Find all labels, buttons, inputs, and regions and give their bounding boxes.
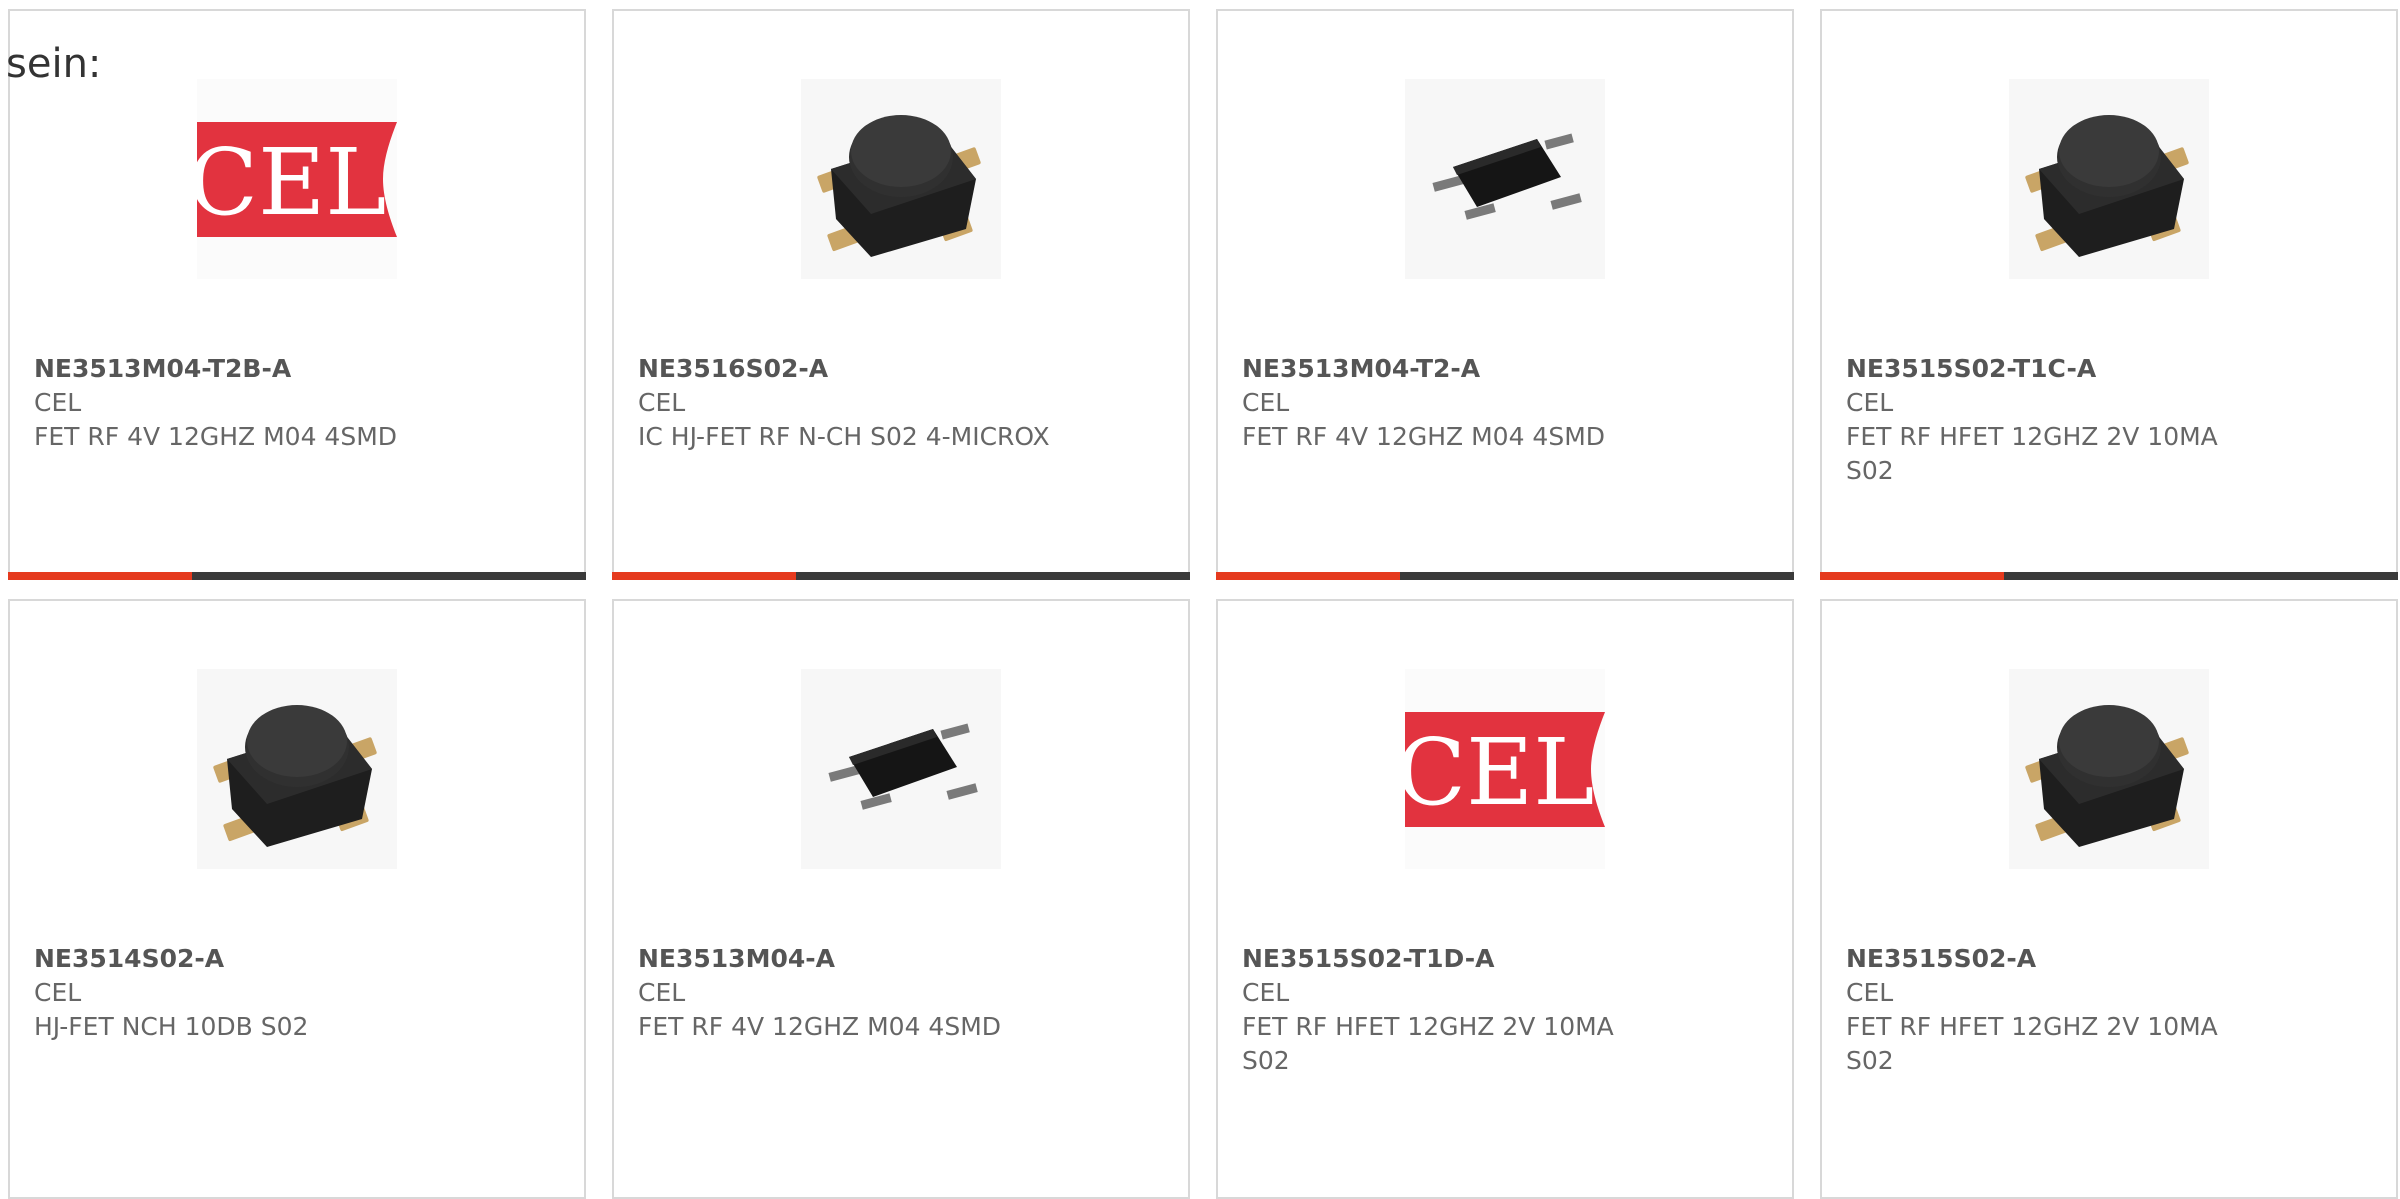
part-number-link[interactable]: NE3514S02-A — [34, 942, 454, 976]
product-description: FET RF 4V 12GHZ M04 4SMD — [638, 1012, 1002, 1041]
manufacturer-label: CEL — [1242, 978, 1290, 1007]
product-description: FET RF 4V 12GHZ M04 4SMD — [34, 422, 398, 451]
product-image[interactable] — [197, 669, 397, 869]
product-info: NE3514S02-A CEL HJ-FET NCH 10DB S02 — [34, 942, 454, 1044]
product-description: IC HJ-FET RF N-CH S02 4-MICROX — [638, 422, 1050, 451]
product-image[interactable]: CEL — [1405, 669, 1605, 869]
s02-package-icon — [2009, 79, 2209, 279]
product-card[interactable]: NE3515S02-T1C-A CEL FET RF HFET 12GHZ 2V… — [1820, 9, 2398, 580]
product-image[interactable] — [801, 669, 1001, 869]
product-grid: CEL NE3513M04-T2B-A CEL FET RF 4V 12GHZ … — [8, 9, 2400, 1199]
intro-text: sein: — [6, 41, 102, 87]
part-number-link[interactable]: NE3516S02-A — [638, 352, 1058, 386]
product-info: NE3516S02-A CEL IC HJ-FET RF N-CH S02 4-… — [638, 352, 1058, 454]
manufacturer-label: CEL — [34, 388, 82, 417]
product-card[interactable]: CEL NE3515S02-T1D-A CEL FET RF HFET 12GH… — [1216, 599, 1794, 1199]
part-number-link[interactable]: NE3515S02-T1D-A — [1242, 942, 1662, 976]
card-bottom-bar — [1820, 572, 2398, 580]
product-image[interactable] — [801, 79, 1001, 279]
manufacturer-label: CEL — [638, 388, 686, 417]
product-info: NE3513M04-T2B-A CEL FET RF 4V 12GHZ M04 … — [34, 352, 454, 454]
cel-logo: CEL — [197, 121, 397, 237]
svg-text:CEL: CEL — [197, 129, 386, 236]
card-accent-bar — [1820, 572, 2004, 580]
s02-package-icon — [801, 79, 1001, 279]
product-description: HJ-FET NCH 10DB S02 — [34, 1012, 309, 1041]
product-description: FET RF 4V 12GHZ M04 4SMD — [1242, 422, 1606, 451]
manufacturer-label: CEL — [1846, 978, 1894, 1007]
card-bottom-bar — [1216, 572, 1794, 580]
card-accent-bar — [8, 572, 192, 580]
product-image[interactable] — [2009, 79, 2209, 279]
product-image[interactable] — [2009, 669, 2209, 869]
svg-text:CEL: CEL — [1405, 719, 1594, 826]
part-number-link[interactable]: NE3513M04-T2B-A — [34, 352, 454, 386]
part-number-link[interactable]: NE3515S02-T1C-A — [1846, 352, 2266, 386]
card-accent-bar — [1216, 572, 1400, 580]
cel-logo: CEL — [1405, 711, 1605, 827]
manufacturer-label: CEL — [34, 978, 82, 1007]
manufacturer-label: CEL — [638, 978, 686, 1007]
product-info: NE3515S02-T1C-A CEL FET RF HFET 12GHZ 2V… — [1846, 352, 2266, 488]
product-card[interactable]: NE3513M04-A CEL FET RF 4V 12GHZ M04 4SMD — [612, 599, 1190, 1199]
product-description: FET RF HFET 12GHZ 2V 10MA S02 — [1846, 422, 2218, 485]
product-card[interactable]: NE3516S02-A CEL IC HJ-FET RF N-CH S02 4-… — [612, 9, 1190, 580]
s02-package-icon — [2009, 669, 2209, 869]
product-image[interactable]: CEL — [197, 79, 397, 279]
product-info: NE3515S02-T1D-A CEL FET RF HFET 12GHZ 2V… — [1242, 942, 1662, 1078]
card-bottom-bar — [612, 572, 1190, 580]
part-number-link[interactable]: NE3515S02-A — [1846, 942, 2266, 976]
manufacturer-label: CEL — [1846, 388, 1894, 417]
product-info: NE3513M04-A CEL FET RF 4V 12GHZ M04 4SMD — [638, 942, 1058, 1044]
product-card[interactable]: CEL NE3513M04-T2B-A CEL FET RF 4V 12GHZ … — [8, 9, 586, 580]
product-description: FET RF HFET 12GHZ 2V 10MA S02 — [1242, 1012, 1614, 1075]
product-card[interactable]: NE3513M04-T2-A CEL FET RF 4V 12GHZ M04 4… — [1216, 9, 1794, 580]
s02-package-icon — [197, 669, 397, 869]
card-accent-bar — [612, 572, 796, 580]
product-card[interactable]: NE3514S02-A CEL HJ-FET NCH 10DB S02 — [8, 599, 586, 1199]
product-image[interactable] — [1405, 79, 1605, 279]
product-info: NE3515S02-A CEL FET RF HFET 12GHZ 2V 10M… — [1846, 942, 2266, 1078]
product-info: NE3513M04-T2-A CEL FET RF 4V 12GHZ M04 4… — [1242, 352, 1662, 454]
product-card[interactable]: NE3515S02-A CEL FET RF HFET 12GHZ 2V 10M… — [1820, 599, 2398, 1199]
m04-package-icon — [1405, 79, 1605, 279]
m04-package-icon — [801, 669, 1001, 869]
card-bottom-bar — [8, 572, 586, 580]
manufacturer-label: CEL — [1242, 388, 1290, 417]
part-number-link[interactable]: NE3513M04-A — [638, 942, 1058, 976]
product-description: FET RF HFET 12GHZ 2V 10MA S02 — [1846, 1012, 2218, 1075]
part-number-link[interactable]: NE3513M04-T2-A — [1242, 352, 1662, 386]
